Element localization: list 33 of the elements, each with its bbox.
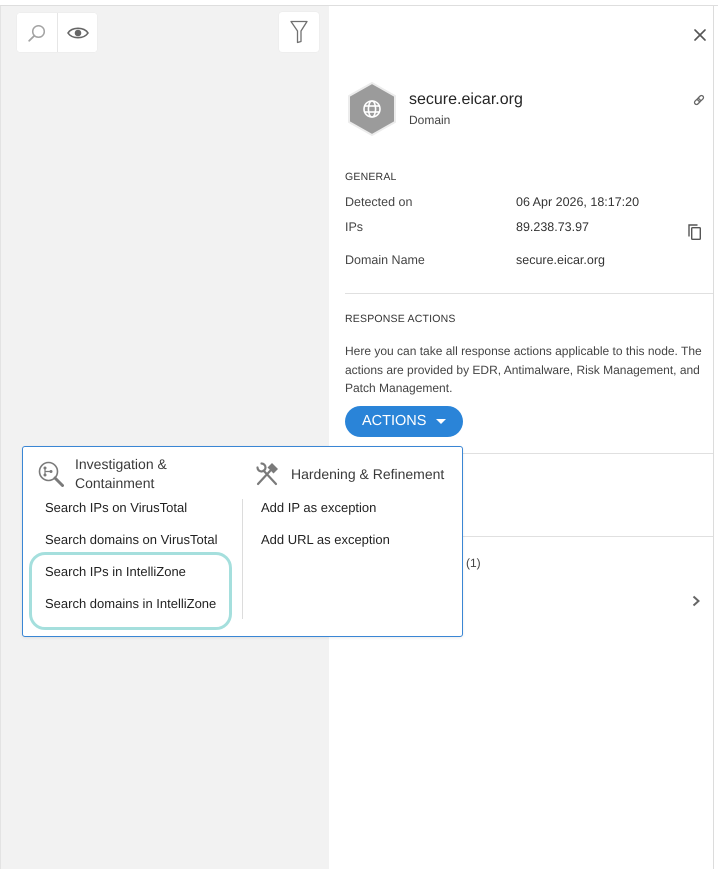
- menu-item[interactable]: Search IPs on VirusTotal: [45, 492, 188, 524]
- filter-icon[interactable]: [290, 20, 308, 44]
- description-text: Here you can take all response actions applicable to this node. The actions are provided by EDR, Antimalware, Risk Management, and Patch Management.: [345, 343, 703, 397]
- menu-group-heading: Hardening & Refinement: [291, 464, 444, 484]
- field-label: Detected on: [345, 194, 414, 211]
- field-label: IPs: [345, 219, 364, 236]
- count-label: (1): [466, 554, 481, 572]
- chevron-right-icon[interactable]: [692, 594, 700, 606]
- caret-icon: [436, 418, 446, 424]
- eye-icon[interactable]: [66, 26, 88, 40]
- node-type: Domain: [409, 112, 452, 128]
- menu-item[interactable]: Search domains in IntelliZone: [45, 588, 216, 620]
- field-label: Domain Name: [345, 252, 426, 269]
- section-heading: RESPONSE ACTIONS: [345, 312, 457, 326]
- magnifier-nodes-icon: [38, 461, 64, 487]
- menu-item[interactable]: Add IP as exception: [261, 492, 376, 524]
- hammer-wrench-icon: [255, 462, 279, 486]
- actions-button[interactable]: ACTIONS: [345, 406, 463, 436]
- menu-item[interactable]: Search domains on VirusTotal: [45, 524, 218, 556]
- view-button[interactable]: [57, 13, 97, 52]
- link-icon[interactable]: [693, 94, 705, 106]
- filter-button[interactable]: [279, 12, 319, 52]
- field-value: 89.238.73.97: [516, 219, 589, 236]
- close-icon[interactable]: [694, 29, 706, 41]
- node-title: secure.eicar.org: [409, 90, 523, 110]
- field-value: secure.eicar.org: [516, 252, 605, 269]
- menu-group-heading: Investigation & Containment: [75, 455, 168, 493]
- menu-item[interactable]: Search IPs in IntelliZone: [45, 556, 186, 588]
- menu-item[interactable]: Add URL as exception: [261, 524, 390, 556]
- section-heading: GENERAL: [345, 170, 398, 184]
- field-value: 06 Apr 2026, 18:17:20: [516, 194, 640, 211]
- copy-icon[interactable]: [688, 224, 701, 240]
- globe-hexagon-icon: [347, 82, 397, 136]
